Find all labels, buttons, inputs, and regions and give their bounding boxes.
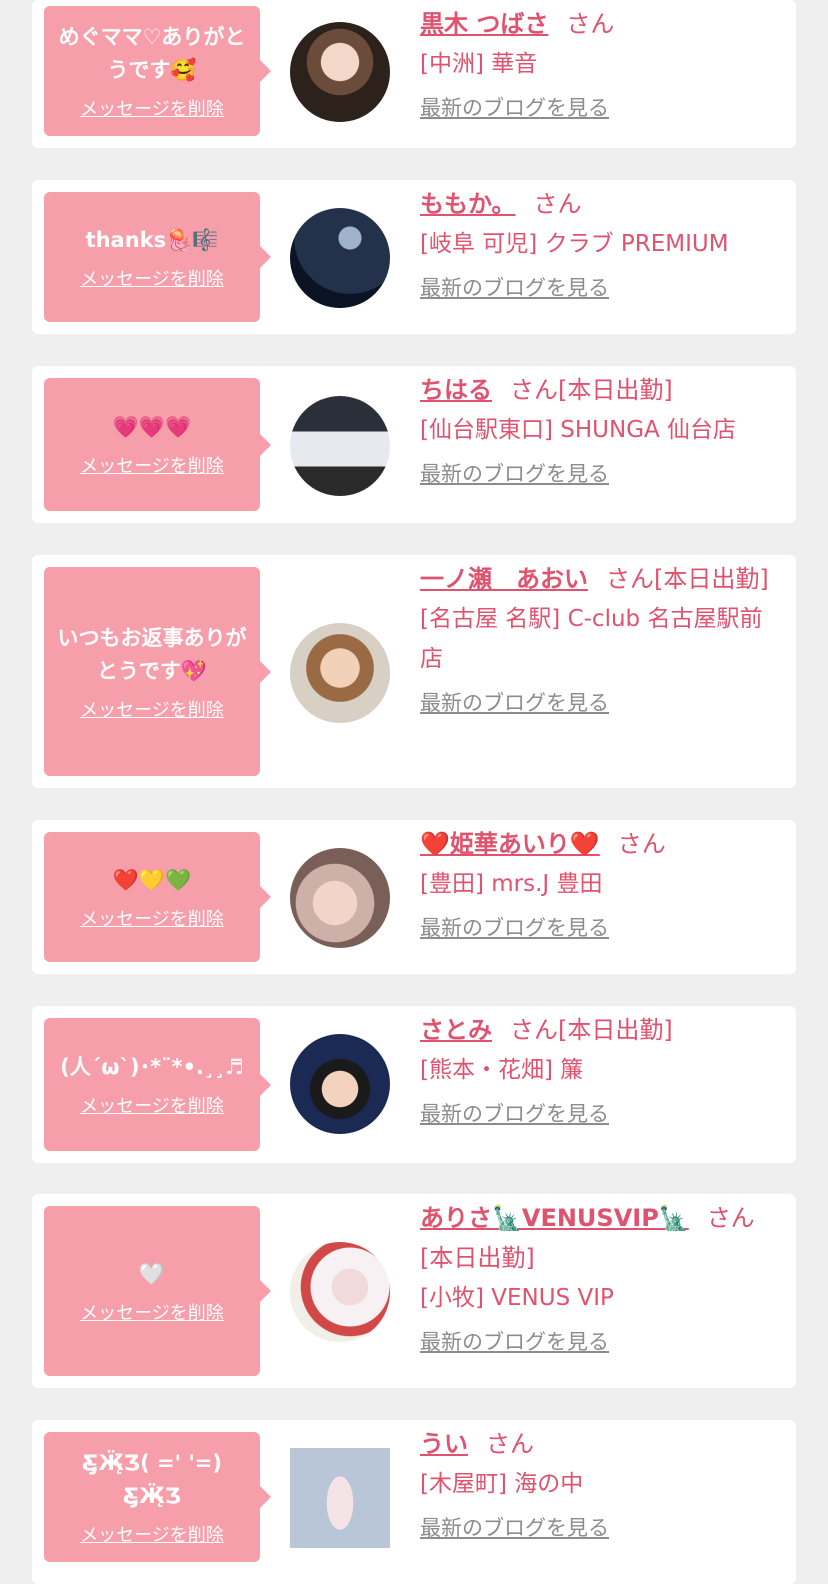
message-text: ❤️💛💚 (112, 867, 192, 892)
message-card: ❤️💛💚 メッセージを削除 ❤️姫華あいり❤️ さん [豊田] mrs.J 豊田 … (32, 820, 796, 974)
sender-line: ありさ🗽VENUSVIP🗽 さん [本日出勤] (420, 1198, 780, 1278)
shop-name: [豊田] mrs.J 豊田 (420, 871, 603, 897)
message-text: Ƹ̵̡Ӝ̵̨̄Ʒ( =' '=)Ƹ̵̡Ӝ̵̨̄Ʒ (81, 1451, 223, 1508)
avatar[interactable] (290, 22, 390, 122)
delete-message-link[interactable]: メッセージを削除 (80, 1521, 224, 1547)
latest-blog-link[interactable]: 最新のブログを見る (420, 687, 609, 719)
latest-blog-link[interactable]: 最新のブログを見る (420, 272, 609, 304)
sender-name-link[interactable]: 黒木 つばさ (420, 10, 548, 38)
status-badge: [本日出勤] (558, 376, 673, 404)
status-badge: [本日出勤] (420, 1244, 535, 1272)
honorific: さん (617, 830, 666, 858)
delete-message-link[interactable]: メッセージを削除 (80, 95, 224, 121)
latest-blog-link[interactable]: 最新のブログを見る (420, 1326, 609, 1358)
honorific: さん (510, 1016, 558, 1044)
latest-blog-link[interactable]: 最新のブログを見る (420, 1512, 609, 1544)
message-card: いつもお返事ありがとうです💖 メッセージを削除 一ノ瀬 あおい さん[本日出勤] … (32, 555, 796, 788)
delete-message-link[interactable]: メッセージを削除 (80, 1092, 224, 1118)
honorific: さん (706, 1204, 755, 1232)
honorific: さん (566, 10, 615, 38)
message-card: めぐママ♡ありがとうです🥰 メッセージを削除 黒木 つばさ さん [中洲] 華音 … (32, 0, 796, 148)
delete-message-link[interactable]: メッセージを削除 (80, 905, 224, 931)
message-text: いつもお返事ありがとうです💖 (57, 625, 247, 683)
sender-line: ❤️姫華あいり❤️ さん (420, 824, 780, 864)
message-card: Ƹ̵̡Ӝ̵̨̄Ʒ( =' '=)Ƹ̵̡Ӝ̵̨̄Ʒ メッセージを削除 うい さん [… (32, 1420, 796, 1584)
shop-name: [岐阜 可児] クラブ PREMIUM (420, 231, 729, 257)
sender-info: ももか。 さん [岐阜 可児] クラブ PREMIUM 最新のブログを見る (420, 184, 780, 304)
sender-name-link[interactable]: 一ノ瀬 あおい (420, 565, 588, 593)
message-bubble: Ƹ̵̡Ӝ̵̨̄Ʒ( =' '=)Ƹ̵̡Ӝ̵̨̄Ʒ メッセージを削除 (44, 1432, 271, 1562)
honorific: さん (486, 1430, 534, 1458)
message-bubble: 🤍 メッセージを削除 (44, 1206, 271, 1376)
message-bubble: いつもお返事ありがとうです💖 メッセージを削除 (44, 567, 271, 776)
latest-blog-link[interactable]: 最新のブログを見る (420, 92, 609, 124)
status-badge: [本日出勤] (558, 1016, 673, 1044)
message-bubble: 💗💗💗 メッセージを削除 (44, 378, 271, 511)
message-card: (人´ω`)･*¨*•.¸¸♬ メッセージを削除 さとみ さん[本日出勤] [熊本… (32, 1006, 796, 1163)
sender-line: ちはる さん[本日出勤] (420, 370, 780, 410)
message-text: 💗💗💗 (112, 415, 192, 439)
sender-name-link[interactable]: ちはる (420, 376, 492, 404)
sender-name-link[interactable]: ありさ🗽VENUSVIP🗽 (420, 1204, 689, 1232)
sender-line: ももか。 さん (420, 184, 780, 224)
avatar[interactable] (290, 1034, 390, 1134)
sender-name-link[interactable]: さとみ (420, 1016, 492, 1044)
avatar[interactable] (290, 396, 390, 496)
message-bubble: めぐママ♡ありがとうです🥰 メッセージを削除 (44, 6, 271, 136)
shop-name: [熊本・花畑] 簾 (420, 1057, 584, 1083)
sender-name-link[interactable]: うい (420, 1430, 468, 1458)
status-badge: [本日出勤] (654, 565, 769, 593)
avatar[interactable] (290, 623, 390, 723)
delete-message-link[interactable]: メッセージを削除 (80, 1299, 224, 1325)
sender-info: ありさ🗽VENUSVIP🗽 さん [本日出勤] [小牧] VENUS VIP 最新の… (420, 1198, 780, 1358)
sender-line: さとみ さん[本日出勤] (420, 1010, 780, 1050)
message-bubble: (人´ω`)･*¨*•.¸¸♬ メッセージを削除 (44, 1018, 271, 1151)
sender-name-link[interactable]: ももか。 (420, 190, 516, 218)
avatar[interactable] (290, 1242, 390, 1342)
avatar[interactable] (290, 208, 390, 308)
sender-line: 一ノ瀬 あおい さん[本日出勤] (420, 559, 780, 599)
sender-info: 黒木 つばさ さん [中洲] 華音 最新のブログを見る (420, 4, 780, 124)
sender-name-link[interactable]: ❤️姫華あいり❤️ (420, 830, 600, 858)
honorific: さん (510, 376, 558, 404)
message-bubble: thanks🪼🎼 メッセージを削除 (44, 192, 271, 322)
delete-message-link[interactable]: メッセージを削除 (80, 452, 224, 478)
sender-line: うい さん (420, 1424, 780, 1464)
sender-info: うい さん [木屋町] 海の中 最新のブログを見る (420, 1424, 780, 1544)
message-text: (人´ω`)･*¨*•.¸¸♬ (60, 1055, 244, 1079)
message-bubble: ❤️💛💚 メッセージを削除 (44, 832, 271, 962)
message-text: 🤍 (138, 1261, 166, 1286)
message-card: 🤍 メッセージを削除 ありさ🗽VENUSVIP🗽 さん [本日出勤] [小牧] VE… (32, 1194, 796, 1388)
message-card: 💗💗💗 メッセージを削除 ちはる さん[本日出勤] [仙台駅東口] SHUNGA … (32, 366, 796, 523)
delete-message-link[interactable]: メッセージを削除 (80, 265, 224, 291)
sender-line: 黒木 つばさ さん (420, 4, 780, 44)
message-card: thanks🪼🎼 メッセージを削除 ももか。 さん [岐阜 可児] クラブ PRE… (32, 180, 796, 334)
shop-name: [木屋町] 海の中 (420, 1471, 584, 1497)
shop-name: [小牧] VENUS VIP (420, 1285, 614, 1311)
sender-info: 一ノ瀬 あおい さん[本日出勤] [名古屋 名駅] C-club 名古屋駅前店 最… (420, 559, 780, 719)
latest-blog-link[interactable]: 最新のブログを見る (420, 1098, 609, 1130)
sender-info: さとみ さん[本日出勤] [熊本・花畑] 簾 最新のブログを見る (420, 1010, 780, 1130)
delete-message-link[interactable]: メッセージを削除 (80, 696, 224, 722)
shop-name: [仙台駅東口] SHUNGA 仙台店 (420, 417, 737, 443)
avatar[interactable] (290, 1448, 390, 1548)
message-text: めぐママ♡ありがとうです🥰 (58, 25, 246, 82)
message-text: thanks🪼🎼 (85, 227, 219, 252)
shop-name: [名古屋 名駅] C-club 名古屋駅前店 (420, 606, 763, 672)
latest-blog-link[interactable]: 最新のブログを見る (420, 458, 609, 490)
latest-blog-link[interactable]: 最新のブログを見る (420, 912, 609, 944)
shop-name: [中洲] 華音 (420, 51, 538, 77)
honorific: さん (533, 190, 582, 218)
sender-info: ❤️姫華あいり❤️ さん [豊田] mrs.J 豊田 最新のブログを見る (420, 824, 780, 944)
honorific: さん (606, 565, 654, 593)
sender-info: ちはる さん[本日出勤] [仙台駅東口] SHUNGA 仙台店 最新のブログを見る (420, 370, 780, 490)
avatar[interactable] (290, 848, 390, 948)
